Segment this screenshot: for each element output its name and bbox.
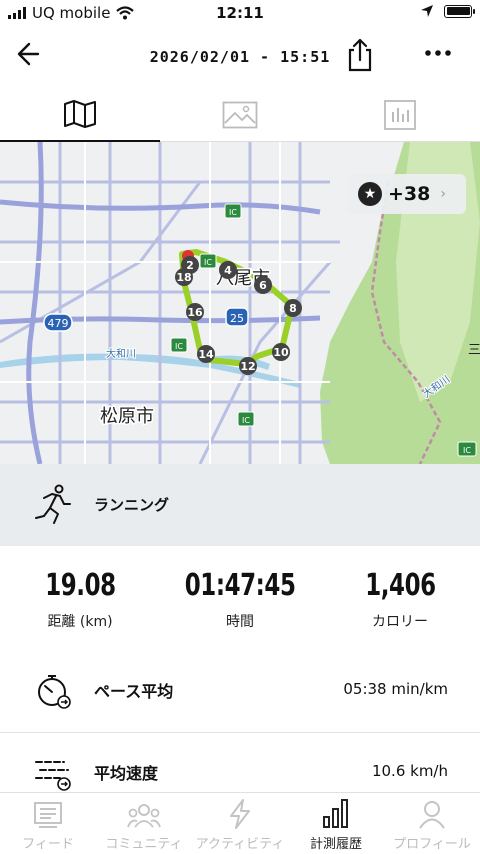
km-marker: 8 — [284, 299, 302, 317]
km-marker: 18 — [175, 268, 193, 286]
status-bar: UQ mobile 12:11 — [0, 0, 480, 28]
clock: 12:11 — [216, 4, 264, 22]
km-marker: 12 — [239, 357, 257, 375]
svg-text:14: 14 — [198, 348, 214, 361]
running-icon — [35, 484, 71, 524]
svg-text:16: 16 — [187, 306, 203, 319]
svg-text:6: 6 — [259, 279, 267, 292]
route-479-shield: 479 — [43, 313, 73, 332]
speed-lines-icon — [35, 761, 71, 791]
calories-label: カロリー — [372, 614, 428, 630]
svg-text:IC: IC — [229, 208, 237, 217]
feed-icon — [34, 802, 62, 828]
tab-photo[interactable] — [160, 88, 320, 142]
image-icon — [222, 101, 258, 129]
metric-value: 10.6 km/h — [371, 762, 448, 780]
activity-datetime-title: 2026/02/01 - 15:51 — [149, 48, 331, 66]
activity-type-row: ランニング — [0, 464, 480, 546]
calories-stat: 1,406 カロリー — [320, 568, 480, 631]
tab-chart[interactable] — [320, 88, 480, 142]
tab-label: プロフィール — [393, 837, 471, 852]
city-label-matsubara: 松原市 — [100, 406, 154, 427]
time-label: 時間 — [226, 614, 254, 630]
tab-map[interactable] — [0, 88, 160, 142]
divider — [0, 732, 480, 733]
lightning-icon — [230, 799, 250, 829]
svg-text:IC: IC — [204, 258, 212, 267]
interchange-sign: IC — [224, 203, 242, 219]
tab-label: アクティビティ — [195, 837, 285, 852]
svg-text:12: 12 — [240, 360, 255, 373]
tab-profile[interactable]: プロフィール — [384, 799, 480, 852]
profile-icon — [419, 801, 445, 829]
calories-value: 1,406 — [364, 568, 436, 603]
achievements-badge[interactable]: ★ +38 › — [348, 174, 466, 214]
bar-chart-icon — [384, 100, 416, 130]
battery-icon — [444, 4, 475, 18]
interchange-sign: IC — [199, 253, 217, 269]
metric-label: ペース平均 — [94, 682, 174, 701]
svg-text:25: 25 — [230, 312, 244, 325]
interchange-sign: IC — [237, 411, 255, 427]
svg-text:8: 8 — [289, 302, 297, 315]
tab-label: コミュニティ — [105, 837, 183, 852]
tab-community[interactable]: コミュニティ — [96, 799, 192, 852]
river-label: 大和川 — [106, 347, 136, 360]
nav-bar: 2026/02/01 - 15:51 — [0, 28, 480, 84]
km-marker: 10 — [272, 343, 290, 361]
map-icon — [64, 100, 96, 128]
bar-chart-icon — [323, 799, 348, 828]
km-marker: 4 — [219, 261, 237, 279]
metric-label: 平均速度 — [94, 764, 159, 783]
tab-history[interactable]: 計測履歴 — [288, 799, 384, 852]
km-marker: 16 — [186, 303, 204, 321]
route-map[interactable]: 479 25 IC IC IC IC IC 八尾市 松原市 大和川 大和川 三 … — [0, 142, 480, 464]
share-icon[interactable] — [342, 36, 378, 74]
distance-stat: 19.08 距離 (km) — [0, 568, 160, 631]
interchange-sign: IC — [457, 441, 477, 457]
metric-value: 05:38 min/km — [343, 680, 448, 698]
detail-tabs — [0, 88, 480, 142]
community-icon — [127, 804, 161, 828]
svg-text:IC: IC — [463, 446, 471, 455]
bottom-tab-bar: フィード コミュニティ アクティビティ 計測履歴 プロフィール — [0, 792, 480, 854]
distance-label: 距離 (km) — [47, 614, 113, 630]
metric-row-pace: ペース平均 05:38 min/km — [0, 658, 480, 724]
tab-activity[interactable]: アクティビティ — [192, 799, 288, 852]
location-arrow-icon — [421, 5, 433, 17]
svg-text:IC: IC — [175, 342, 183, 351]
place-label: 三 — [468, 343, 480, 358]
chevron-right-icon: › — [440, 186, 446, 202]
time-stat: 01:47:45 時間 — [160, 568, 320, 631]
distance-value: 19.08 — [44, 568, 116, 603]
stopwatch-icon — [38, 675, 71, 709]
summary-stats: 19.08 距離 (km) 01:47:45 時間 1,406 カロリー — [0, 568, 480, 638]
tab-feed[interactable]: フィード — [0, 799, 96, 852]
tab-label: 計測履歴 — [309, 837, 362, 852]
interchange-sign: IC — [170, 337, 188, 353]
km-marker: 6 — [254, 276, 272, 294]
activity-type-label: ランニング — [94, 496, 170, 514]
tab-label: フィード — [22, 837, 74, 852]
time-value: 01:47:45 — [184, 568, 296, 603]
svg-text:4: 4 — [224, 264, 232, 277]
svg-text:18: 18 — [176, 271, 191, 284]
svg-text:IC: IC — [242, 416, 250, 425]
achievements-count: +38 — [388, 183, 431, 205]
more-options-icon[interactable] — [420, 38, 456, 68]
route-25-shield: 25 — [225, 307, 249, 327]
km-marker: 14 — [197, 345, 215, 363]
star-badge-icon: ★ — [358, 182, 382, 206]
svg-text:10: 10 — [273, 346, 289, 359]
svg-text:479: 479 — [48, 317, 69, 330]
